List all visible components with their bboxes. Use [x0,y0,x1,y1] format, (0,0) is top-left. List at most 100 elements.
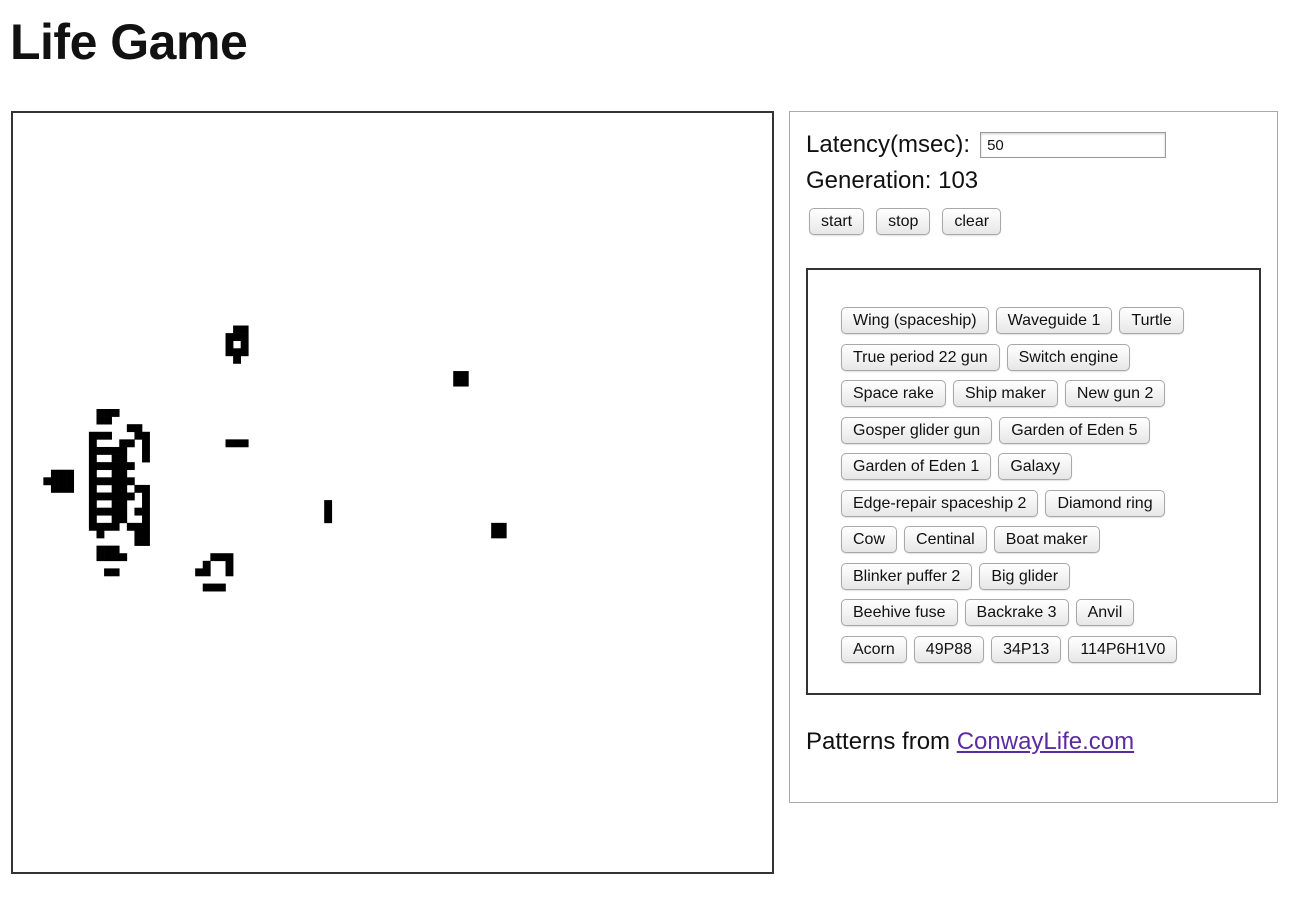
pattern-button[interactable]: Wing (spaceship) [841,307,989,334]
live-cell[interactable] [111,545,120,554]
live-cell[interactable] [142,492,150,501]
live-cell[interactable] [233,325,241,334]
live-cell[interactable] [195,568,204,577]
live-cell[interactable] [126,477,135,486]
live-cell[interactable] [142,515,150,524]
live-cell[interactable] [104,416,112,425]
live-cell[interactable] [96,545,105,554]
live-cell[interactable] [88,439,97,448]
live-cell[interactable] [104,462,112,471]
live-cell[interactable] [104,409,112,417]
pattern-button[interactable]: Switch engine [1006,343,1131,371]
live-cell[interactable] [104,522,112,531]
live-cell[interactable] [460,371,469,379]
live-cell[interactable] [88,431,97,440]
live-cell[interactable] [324,507,333,516]
pattern-button[interactable]: True period 22 gun [841,343,1000,371]
live-cell[interactable] [111,553,120,562]
pattern-button[interactable]: Backrake 3 [964,599,1069,626]
live-cell[interactable] [104,545,112,554]
live-cell[interactable] [119,515,128,524]
live-cell[interactable] [111,477,120,486]
live-cell[interactable] [96,492,105,501]
live-cell[interactable] [111,484,120,493]
live-cell[interactable] [240,439,249,448]
live-cell[interactable] [111,568,120,577]
live-cell[interactable] [134,507,143,516]
pattern-button[interactable]: Acorn [841,635,907,663]
live-cell[interactable] [134,530,143,539]
live-cell[interactable] [119,446,128,455]
live-cell[interactable] [111,446,120,455]
live-cell[interactable] [96,522,105,531]
live-cell[interactable] [142,522,150,531]
live-cell[interactable] [119,469,128,478]
live-cell[interactable] [498,530,507,539]
live-cell[interactable] [225,568,234,577]
pattern-button[interactable]: Beehive fuse [841,599,958,626]
live-cell[interactable] [119,484,128,493]
live-cell[interactable] [104,553,112,562]
live-cell[interactable] [202,568,211,577]
pattern-button[interactable]: Anvil [1075,599,1135,626]
live-cell[interactable] [240,325,249,334]
live-cell[interactable] [491,530,500,539]
live-cell[interactable] [134,424,143,433]
live-cell[interactable] [225,333,234,341]
stop-button[interactable]: stop [876,208,931,235]
pattern-button[interactable]: Gosper glider gun [841,416,993,444]
live-cell[interactable] [50,469,59,478]
live-cell[interactable] [225,439,234,448]
live-cell[interactable] [88,462,97,471]
live-cell[interactable] [126,424,135,433]
pattern-button[interactable]: 49P88 [913,635,985,663]
live-cell[interactable] [88,492,97,501]
live-cell[interactable] [111,515,120,524]
live-cell[interactable] [134,484,143,493]
pattern-button[interactable]: Boat maker [993,526,1100,553]
live-cell[interactable] [225,348,234,357]
live-cell[interactable] [111,492,120,501]
pattern-button[interactable]: Diamond ring [1045,489,1165,517]
live-cell[interactable] [491,522,500,531]
live-cell[interactable] [96,446,105,455]
live-cell[interactable] [66,477,75,486]
life-board[interactable] [11,111,774,874]
pattern-button[interactable]: Centinal [904,526,987,553]
live-cell[interactable] [142,484,150,493]
live-cell[interactable] [104,431,112,440]
live-cell[interactable] [134,538,143,546]
clear-button[interactable]: clear [942,208,1002,235]
pattern-button[interactable]: Edge-repair spaceship 2 [841,489,1039,517]
live-cell[interactable] [119,507,128,516]
live-cell[interactable] [225,340,234,349]
live-cell[interactable] [240,348,249,357]
live-cell[interactable] [142,439,150,448]
live-cell[interactable] [460,378,469,387]
pattern-button[interactable]: Space rake [841,380,946,407]
live-cell[interactable] [88,469,97,478]
pattern-button[interactable]: 114P6H1V0 [1068,635,1178,663]
live-cell[interactable] [202,583,211,592]
live-cell[interactable] [88,507,97,516]
live-cell[interactable] [111,500,120,508]
live-cell[interactable] [66,469,75,478]
live-cell[interactable] [96,477,105,486]
live-cell[interactable] [119,462,128,471]
live-cell[interactable] [111,469,120,478]
live-cell[interactable] [88,454,97,463]
live-cell[interactable] [142,507,150,516]
pattern-button[interactable]: New gun 2 [1064,380,1166,407]
start-button[interactable]: start [809,208,865,235]
live-cell[interactable] [43,477,52,486]
live-cell[interactable] [96,553,105,562]
live-cell[interactable] [96,409,105,417]
latency-input[interactable] [980,132,1167,158]
live-cell[interactable] [66,484,75,493]
pattern-button[interactable]: Cow [841,526,898,553]
conwaylife-link[interactable]: ConwayLife.com [957,728,1134,755]
live-cell[interactable] [111,454,120,463]
live-cell[interactable] [96,530,105,539]
live-cell[interactable] [142,500,150,508]
live-cell[interactable] [240,340,249,349]
